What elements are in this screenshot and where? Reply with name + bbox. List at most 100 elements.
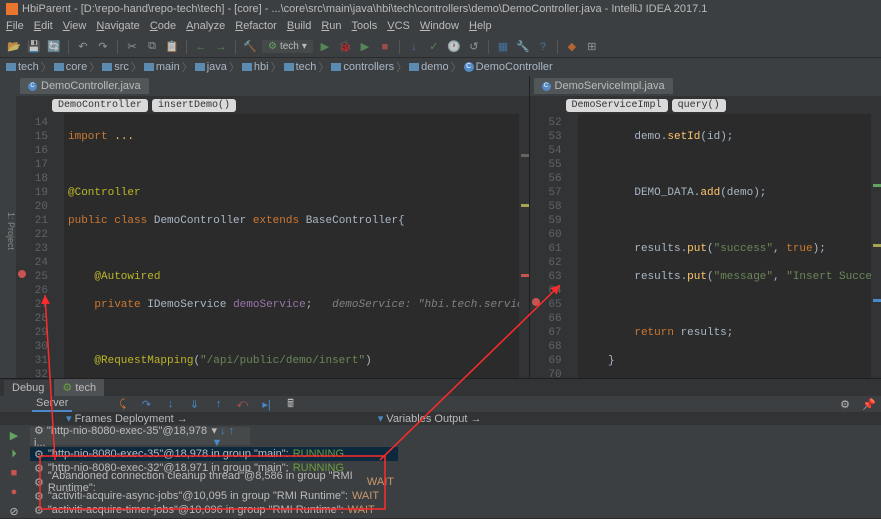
redo-icon[interactable]: ↷ [95,39,111,55]
class-chip[interactable]: DemoController [52,99,148,112]
class-chip[interactable]: DemoServiceImpl [566,99,668,112]
menu-code[interactable]: Code [150,20,176,34]
separator [68,40,69,54]
main-toolbar: 📂 💾 🔄 ↶ ↷ ✂ ⧉ 📋 ← → 🔨 ⚙tech▾ ▶ 🐞 ▶ ■ ↓ ✓… [0,36,881,58]
forward-icon[interactable]: → [213,39,229,55]
menu-file[interactable]: File [6,20,24,34]
drop-frame-icon[interactable]: ⤺ [235,396,251,412]
search-icon[interactable]: ⊞ [584,39,600,55]
project-tool-tab[interactable]: 1: Project [6,212,16,250]
menu-tools[interactable]: Tools [352,20,378,34]
menu-edit[interactable]: Edit [34,20,53,34]
structure-icon[interactable]: ▦ [495,39,511,55]
paste-icon[interactable]: 📋 [164,39,180,55]
output-header[interactable]: Output [434,413,467,425]
menu-window[interactable]: Window [420,20,459,34]
vcs-revert-icon[interactable]: ↺ [466,39,482,55]
debug-tab[interactable]: Debug [4,380,52,396]
cut-icon[interactable]: ✂ [124,39,140,55]
evaluate-icon[interactable]: 🖩 [283,396,299,412]
breakpoint-marker[interactable] [532,298,540,306]
code-editor-left[interactable]: 14151617181920212223242526272829303132 i… [16,114,529,378]
debug-icon[interactable]: 🐞 [337,39,353,55]
help-icon[interactable]: ? [535,39,551,55]
show-exec-point-icon[interactable]: ⤹ [115,396,131,412]
vcs-history-icon[interactable]: 🕐 [446,39,462,55]
editor-tabs-right: CDemoServiceImpl.java [530,76,881,96]
run-config-dropdown[interactable]: ⚙tech▾ [262,40,313,53]
breakpoint-marker[interactable] [18,270,26,278]
bc-item[interactable]: core [54,61,87,73]
run-icon[interactable]: ▶ [317,39,333,55]
menu-build[interactable]: Build [287,20,311,34]
separator [235,40,236,54]
run-config-tab[interactable]: ⚙ tech [54,379,104,396]
member-breadcrumb: DemoServiceImpl query() [530,96,881,114]
editor-tabs-left: CDemoController.java [16,76,529,96]
tool-window-bar-left: 1: Project 7: Structure [0,76,16,378]
bc-item[interactable]: tech [6,61,39,73]
plugin-icon[interactable]: ◆ [564,39,580,55]
method-chip[interactable]: insertDemo() [152,99,236,112]
app-icon [6,3,18,15]
bc-item[interactable]: java [195,61,227,73]
thread-row[interactable]: ⚙"activiti-acquire-timer-jobs"@10,096 in… [30,503,398,517]
back-icon[interactable]: ← [193,39,209,55]
stop-icon[interactable]: ■ [6,465,22,481]
thread-dropdown[interactable]: ⚙ "http-nio-8080-exec-35"@18,978 i... ▾ … [30,427,250,445]
stop-icon[interactable]: ■ [377,39,393,55]
vcs-update-icon[interactable]: ↓ [406,39,422,55]
bc-item[interactable]: main [144,61,180,73]
bc-item[interactable]: tech [284,61,317,73]
file-tab[interactable]: CDemoServiceImpl.java [534,78,673,94]
step-into-icon[interactable]: ↓ [163,396,179,412]
menu-analyze[interactable]: Analyze [186,20,225,34]
build-icon[interactable]: 🔨 [242,39,258,55]
settings-icon[interactable]: 🔧 [515,39,531,55]
mute-icon[interactable]: ⊘ [6,503,22,519]
coverage-icon[interactable]: ▶ [357,39,373,55]
copy-icon[interactable]: ⧉ [144,39,160,55]
debug-tool-window: Debug ⚙ tech Server ⤹ ↷ ↓ ⇓ ↑ ⤺ ▸| 🖩 ⚙ 📌… [0,378,881,518]
resume-icon[interactable]: ⏵ [6,446,22,462]
bc-item[interactable]: controllers [331,61,394,73]
thread-row[interactable]: ⚙"activiti-acquire-async-jobs"@10,095 in… [30,489,398,503]
file-tab[interactable]: CDemoController.java [20,78,149,94]
undo-icon[interactable]: ↶ [75,39,91,55]
settings-icon[interactable]: ⚙ [837,396,853,412]
vcs-commit-icon[interactable]: ✓ [426,39,442,55]
separator [488,40,489,54]
separator [186,40,187,54]
menu-refactor[interactable]: Refactor [235,20,277,34]
server-tab[interactable]: Server [32,396,72,412]
menu-bar: File Edit View Navigate Code Analyze Ref… [0,18,881,36]
menu-vcs[interactable]: VCS [387,20,410,34]
rerun-icon[interactable]: ▶ [6,427,22,443]
window-title-bar: HbiParent - [D:\repo-hand\repo-tech\tech… [0,0,881,18]
menu-help[interactable]: Help [469,20,492,34]
force-step-into-icon[interactable]: ⇓ [187,396,203,412]
bc-item[interactable]: src [102,61,129,73]
separator [117,40,118,54]
pin-icon[interactable]: 📌 [861,396,877,412]
method-chip[interactable]: query() [672,99,726,112]
save-icon[interactable]: 💾 [26,39,42,55]
step-over-icon[interactable]: ↷ [139,396,155,412]
step-out-icon[interactable]: ↑ [211,396,227,412]
menu-view[interactable]: View [63,20,87,34]
breakpoints-icon[interactable]: ● [6,484,22,500]
menu-run[interactable]: Run [321,20,341,34]
refresh-icon[interactable]: 🔄 [46,39,62,55]
variables-header[interactable]: Variables [386,413,431,425]
code-editor-right[interactable]: 5253545556575859606162636465666768697071… [530,114,881,378]
member-breadcrumb: DemoController insertDemo() [16,96,529,114]
thread-row[interactable]: ⚙"http-nio-8080-exec-35"@18,978 in group… [30,447,398,461]
separator [557,40,558,54]
bc-item[interactable]: hbi [242,61,269,73]
thread-row[interactable]: ⚙"Abandoned connection cleanup thread"@8… [30,475,398,489]
bc-item[interactable]: demo [409,61,449,73]
menu-navigate[interactable]: Navigate [96,20,139,34]
bc-class[interactable]: CDemoController [464,61,553,73]
run-to-cursor-icon[interactable]: ▸| [259,396,275,412]
open-icon[interactable]: 📂 [6,39,22,55]
